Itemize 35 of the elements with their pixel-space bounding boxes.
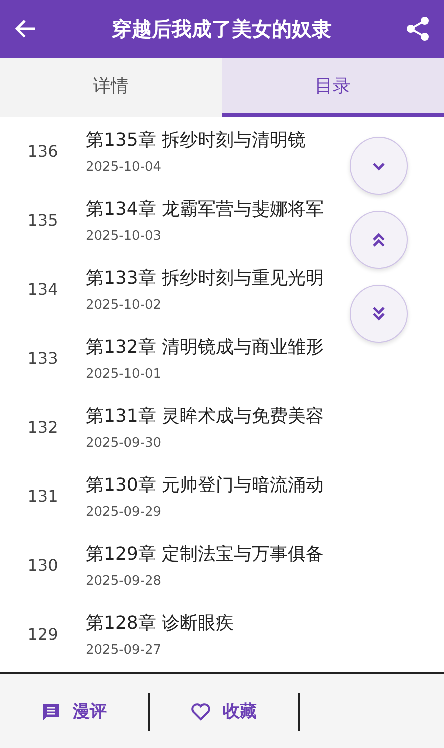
chapter-title[interactable]: 第128章 诊断眼疾 xyxy=(86,611,234,635)
chapter-date: 2025-10-03 xyxy=(86,229,163,244)
heart-icon xyxy=(191,702,211,720)
tab[interactable]: 详情 xyxy=(0,58,222,117)
chapter-date: 2025-10-04 xyxy=(86,160,163,175)
double-chevron-down-icon xyxy=(370,305,388,323)
chapter-title[interactable]: 第131章 灵眸术成与免费美容 xyxy=(86,404,324,428)
chapter-date: 2025-09-27 xyxy=(86,643,163,658)
scroll-top-button[interactable] xyxy=(350,211,408,269)
chapter-number: 135 xyxy=(26,211,60,230)
bar-button[interactable]: 漫评 xyxy=(0,699,148,724)
chapter-title[interactable]: 第132章 清明镜成与商业雏形 xyxy=(86,335,324,359)
chapter-number: 134 xyxy=(26,280,60,299)
comment-icon xyxy=(41,702,61,722)
chapter-title[interactable]: 第130章 元帅登门与暗流涌动 xyxy=(86,473,324,497)
chapter-number: 136 xyxy=(26,142,60,161)
chapter-number: 133 xyxy=(26,349,60,368)
chapter-title[interactable]: 第133章 拆纱时刻与重见光明 xyxy=(86,266,324,290)
bar-button[interactable]: 收藏 xyxy=(150,699,298,724)
chapter-title[interactable]: 第129章 定制法宝与万事俱备 xyxy=(86,542,324,566)
chapter-date: 2025-10-01 xyxy=(86,367,163,382)
chapter-title[interactable]: 第135章 拆纱时刻与清明镜 xyxy=(86,128,306,152)
share-icon[interactable] xyxy=(406,16,430,42)
chapter-number: 129 xyxy=(26,625,60,644)
tab[interactable]: 目录 xyxy=(222,58,444,117)
chapter-date: 2025-10-02 xyxy=(86,298,163,313)
page-title: 穿越后我成了美女的奴隶 xyxy=(111,16,333,42)
scroll-bottom-button[interactable] xyxy=(350,285,408,343)
chapter-date: 2025-09-29 xyxy=(86,505,163,520)
chapter-number: 130 xyxy=(26,556,60,575)
chapter-number: 131 xyxy=(26,487,60,506)
chapter-number: 132 xyxy=(26,418,60,437)
chapter-date: 2025-09-30 xyxy=(86,436,163,451)
chapter-title[interactable]: 第134章 龙霸军营与斐娜将军 xyxy=(86,197,324,221)
chapter-date: 2025-09-28 xyxy=(86,574,163,589)
